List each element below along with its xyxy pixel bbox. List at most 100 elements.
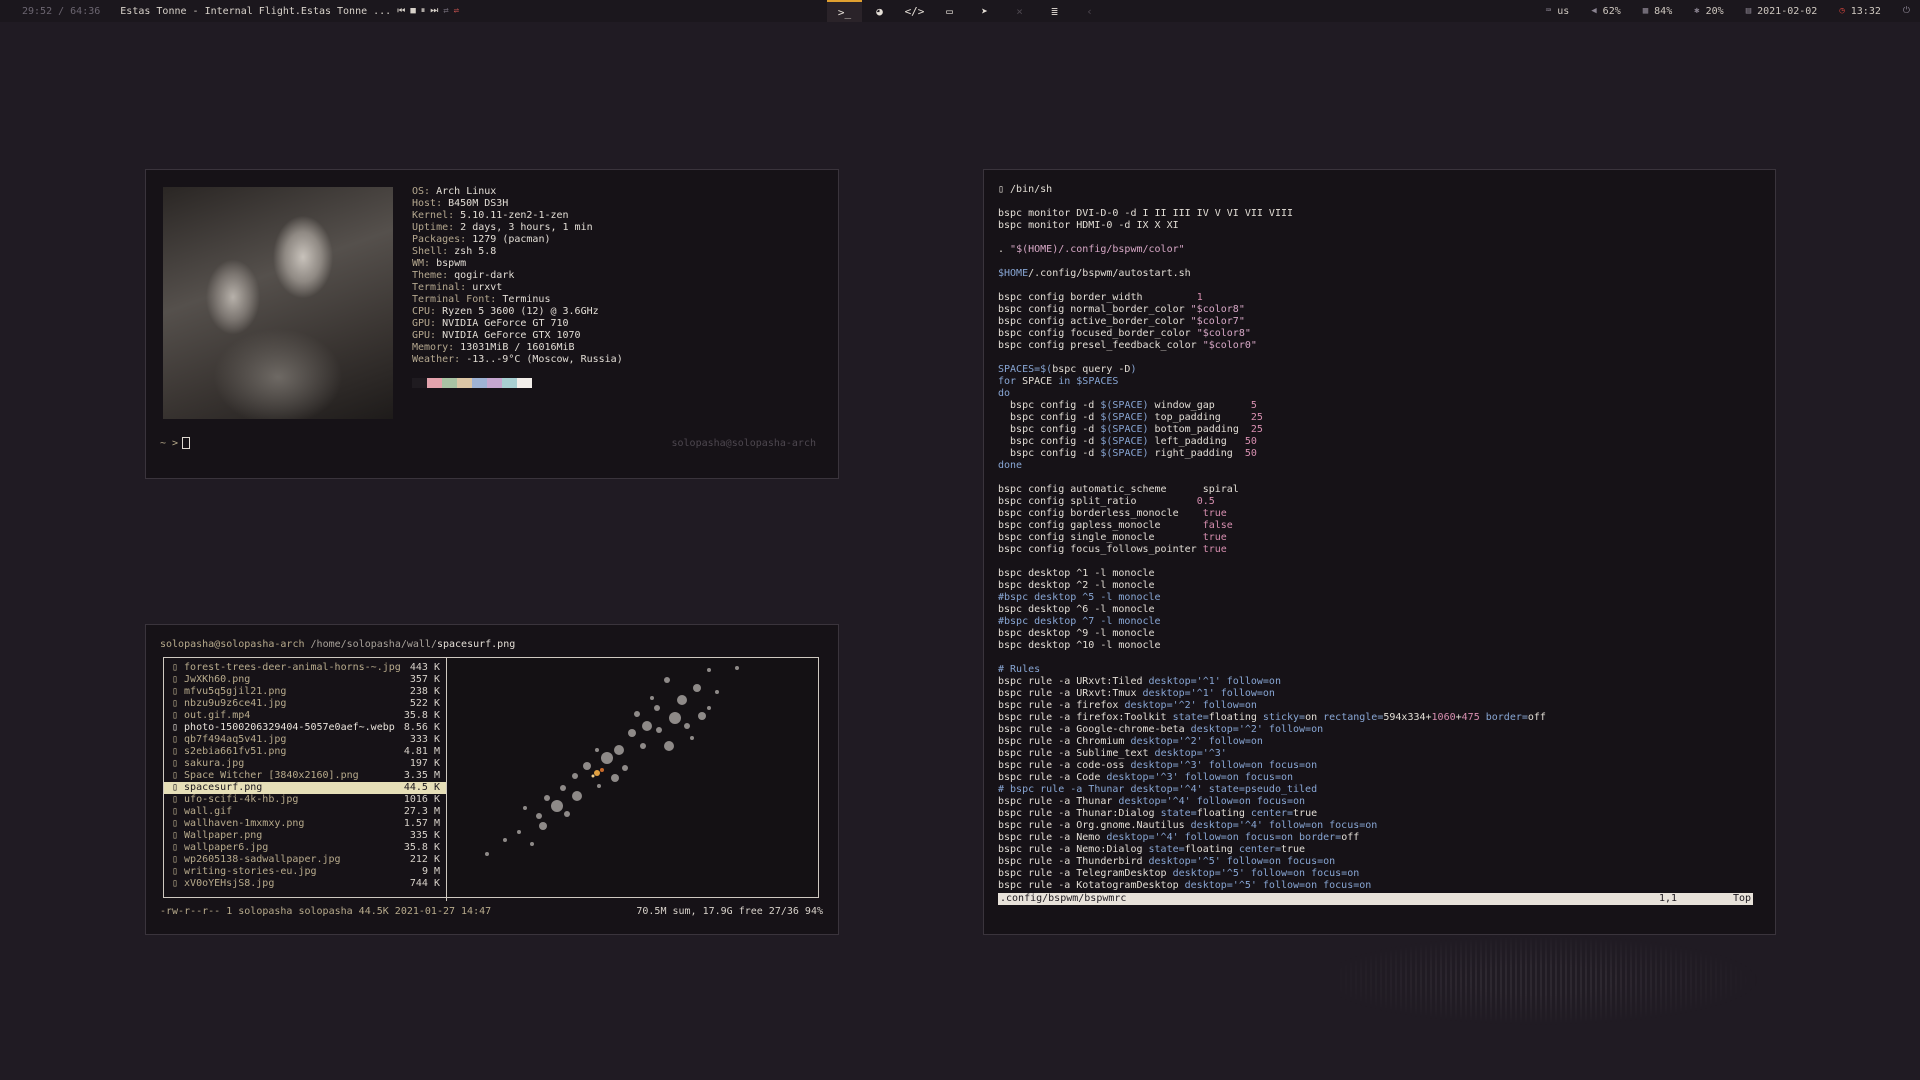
file-row[interactable]: ▯ JwXKh60.png 357 K <box>164 674 446 686</box>
date-module[interactable]: ▤ 2021-02-02 <box>1746 6 1818 17</box>
code-token: bspc config -d <box>998 436 1101 447</box>
workspace-switcher: >_ ◕ </> ▭ ➤ × ≣ ‹ <box>827 0 1107 22</box>
code-token: bspc monitor DVI-D-0 -d I II III IV V VI… <box>998 208 1294 219</box>
code-line: #bspc desktop ^5 -l monocle <box>998 592 1546 604</box>
power-icon[interactable]: ⏻ <box>1903 6 1910 16</box>
file-row[interactable]: ▯ wallpaper6.jpg 35.8 K <box>164 842 446 854</box>
pause-icon[interactable]: ⏸ <box>421 6 426 16</box>
sysinfo-value: zsh 5.8 <box>454 246 497 257</box>
code-token: bspc config focus_follows_pointer <box>998 544 1203 555</box>
sysinfo-key: WM: <box>412 258 437 269</box>
file-row[interactable]: ▯ wp2605138-sadwallpaper.jpg 212 K <box>164 854 446 866</box>
file-row[interactable]: ▯ qb7f494aq5v41.jpg 333 K <box>164 734 446 746</box>
music-track-title[interactable]: Estas Tonne - Internal Flight.Estas Tonn… <box>120 6 391 17</box>
file-row[interactable]: ▯ s2ebia661fv51.png 4.81 M <box>164 746 446 758</box>
neofetch-terminal-window[interactable]: OS: Arch Linux Host: B450M DS3H Kernel: 5.… <box>145 169 839 479</box>
previous-track-icon[interactable]: ⏮ <box>397 6 405 16</box>
sysinfo-key: Uptime: <box>412 222 461 233</box>
cpu-usage: 84% <box>1654 5 1673 17</box>
workspace-5[interactable]: ➤ <box>967 0 1002 22</box>
sysinfo-key: GPU: <box>412 330 443 341</box>
clock-module[interactable]: ◷ 13:32 <box>1839 6 1881 17</box>
workspace-3[interactable]: </> <box>897 0 932 22</box>
file-row[interactable]: ▯ Wallpaper.png 335 K <box>164 830 446 842</box>
code-line: bspc config active_border_color "$color7… <box>998 316 1546 328</box>
file-row[interactable]: ▯ mfvu5q5gjil21.png 238 K <box>164 686 446 698</box>
keyboard-layout-module[interactable]: ⌨ us <box>1546 6 1569 17</box>
file-size: 35.8 K <box>403 710 440 721</box>
code-token: floating <box>1184 844 1239 855</box>
vim-editor-window[interactable]: ▯ /bin/sh bspc monitor DVI-D-0 -d I II II… <box>983 169 1776 935</box>
file-row[interactable]: ▯ photo-1500206329404-5057e0aef~.webp 8.5… <box>164 722 446 734</box>
code-token: $(SPACE) <box>1100 400 1149 411</box>
ranger-file-manager-window[interactable]: solopasha@solopasha-arch /home/solopasha… <box>145 624 839 935</box>
code-line: bspc config single_monocle true <box>998 532 1546 544</box>
workspace-7[interactable]: ≣ <box>1037 0 1072 22</box>
code-line: bspc rule -a code-oss desktop='^3' follo… <box>998 760 1546 772</box>
system-info: OS: Arch Linux Host: B450M DS3H Kernel: 5.… <box>412 186 623 366</box>
code-token: ▯ /bin/sh <box>998 184 1053 195</box>
file-row[interactable]: ▯ ufo-scifi-4k-hb.jpg 1016 K <box>164 794 446 806</box>
file-size: 357 K <box>409 674 440 685</box>
code-token: desktop='^4' follow=on focus=on border= <box>1106 832 1342 843</box>
file-name: ▯ writing-stories-eu.jpg <box>172 866 317 877</box>
shuffle-icon[interactable]: ⇌ <box>454 6 459 16</box>
volume-module[interactable]: ◀ 62% <box>1591 6 1620 17</box>
file-row[interactable]: ▯ wallhaven-1mxmxy.png 1.57 M <box>164 818 446 830</box>
file-size: 335 K <box>409 830 440 841</box>
file-size: 27.3 M <box>403 806 440 817</box>
file-size: 8.56 K <box>403 722 440 733</box>
workspace-6[interactable]: × <box>1002 0 1037 22</box>
code-token: bspc config presel_feedback_color <box>998 340 1203 351</box>
file-size: 744 K <box>409 878 440 889</box>
workspace-1[interactable]: >_ <box>827 0 862 22</box>
code-token: 1 <box>1196 292 1203 303</box>
workspace-2[interactable]: ◕ <box>862 0 897 22</box>
memory-module: ✱ 20% <box>1694 6 1723 17</box>
workspace-8[interactable]: ‹ <box>1072 0 1107 22</box>
workspace-4[interactable]: ▭ <box>932 0 967 22</box>
code-token: bspc rule -a Nemo <box>998 832 1107 843</box>
file-row[interactable]: ▯ nbzu9u9z6ce41.jpg 522 K <box>164 698 446 710</box>
code-token: bspc config -d <box>998 412 1101 423</box>
sysinfo-key: Weather: <box>412 354 467 365</box>
file-row[interactable]: ▯ writing-stories-eu.jpg 9 M <box>164 866 446 878</box>
editor-buffer[interactable]: ▯ /bin/sh bspc monitor DVI-D-0 -d I II II… <box>998 184 1546 892</box>
shell-prompt[interactable]: ~ > <box>160 437 191 449</box>
file-row[interactable]: ▯ spacesurf.png 44.5 K <box>164 782 446 794</box>
code-token: 5 <box>1250 400 1257 411</box>
code-line: done <box>998 460 1546 472</box>
file-name: ▯ photo-1500206329404-5057e0aef~.webp <box>172 722 395 733</box>
code-token: bspc desktop ^6 -l monocle <box>998 604 1155 615</box>
code-token: state= <box>1148 844 1185 855</box>
code-line: bspc desktop ^2 -l monocle <box>998 580 1546 592</box>
code-token: bspc rule -a KotatogramDesktop <box>998 880 1185 891</box>
sysinfo-row: Terminal: urxvt <box>412 282 623 294</box>
code-token: bspc rule -a Org.gnome.Nautilus <box>998 820 1191 831</box>
code-line: bspc rule -a Thunderbird desktop='^5' fo… <box>998 856 1546 868</box>
repeat-icon[interactable]: ⇄ <box>443 6 448 16</box>
memory-icon: ✱ <box>1694 6 1700 16</box>
code-token: right_padding <box>1148 448 1245 459</box>
sysinfo-value: urxvt <box>472 282 503 293</box>
file-row[interactable]: ▯ forest-trees-deer-animal-horns-~.jpg 44… <box>164 662 446 674</box>
palette-swatch <box>412 378 427 388</box>
next-track-icon[interactable]: ⏭ <box>430 6 438 16</box>
code-token: # Rules <box>998 664 1041 675</box>
file-row[interactable]: ▯ Space Witcher [3840x2160].png 3.35 M <box>164 770 446 782</box>
sysinfo-value: 5.10.11-zen2-1-zen <box>460 210 569 221</box>
file-row[interactable]: ▯ xV0oYEHsjS8.jpg 744 K <box>164 878 446 890</box>
sysinfo-value: 1279 (pacman) <box>472 234 551 245</box>
neofetch-artwork-image <box>163 187 393 419</box>
ranger-status-line: -rw-r--r-- 1 solopasha solopasha 44.5K 2… <box>160 906 823 917</box>
image-preview <box>447 658 818 897</box>
vim-status-line: .config/bspwm/bspwmrc 1,1 Top <box>998 893 1753 905</box>
file-row[interactable]: ▯ sakura.jpg 197 K <box>164 758 446 770</box>
stop-icon[interactable]: ■ <box>410 6 415 16</box>
file-row[interactable]: ▯ wall.gif 27.3 M <box>164 806 446 818</box>
file-row[interactable]: ▯ out.gif.mp4 35.8 K <box>164 710 446 722</box>
ranger-header: solopasha@solopasha-arch /home/solopasha… <box>160 639 515 650</box>
code-token: in <box>1058 376 1077 387</box>
